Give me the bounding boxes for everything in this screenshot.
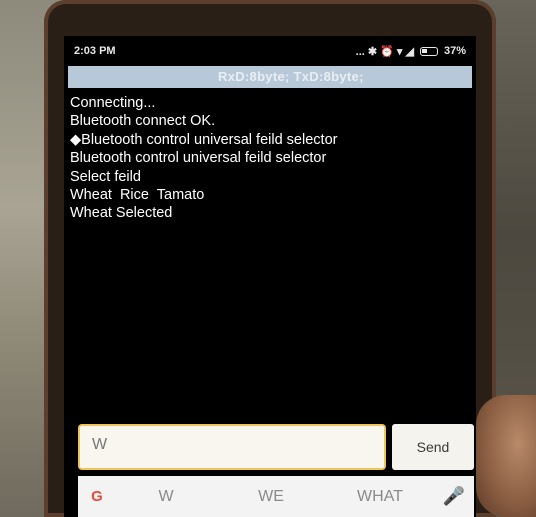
terminal-line: Connecting...	[70, 95, 156, 111]
thumb	[476, 395, 536, 517]
terminal-line: ◆Bluetooth control universal feild selec…	[70, 131, 338, 148]
terminal-line: Bluetooth control universal feild select…	[70, 150, 327, 167]
terminal-line: Wheat Selected	[70, 205, 173, 222]
terminal-line: Wheat Rice Tamato	[70, 187, 205, 204]
message-compose-row: W Send	[78, 424, 474, 470]
phone-screen: 2:03 PM ... ✱ ⏰ ▾ ◢ 37% RxD:8byte; TxD:8…	[64, 36, 476, 517]
message-input[interactable]: W	[78, 424, 386, 470]
battery-icon	[419, 46, 438, 56]
status-bar: 2:03 PM ... ✱ ⏰ ▾ ◢ 37%	[64, 36, 476, 66]
send-button[interactable]: Send	[392, 424, 474, 470]
terminal-line: Select feild	[70, 168, 141, 185]
suggestion-item[interactable]: W	[116, 488, 216, 506]
byte-counter-bar: RxD:8byte; TxD:8byte;	[68, 66, 472, 88]
status-icons: ... ✱ ⏰ ▾ ◢ 37%	[356, 45, 466, 58]
clock: 2:03 PM	[74, 45, 116, 57]
phone-frame: 2:03 PM ... ✱ ⏰ ▾ ◢ 37% RxD:8byte; TxD:8…	[44, 0, 496, 517]
status-indicator-icons: ... ✱ ⏰ ▾ ◢	[355, 45, 414, 58]
terminal-line: Bluetooth connect OK.	[70, 113, 216, 130]
keyboard-suggestion-bar: G W WE WHAT 🎤	[78, 476, 474, 517]
microphone-icon[interactable]: 🎤	[434, 486, 474, 507]
terminal-output: Connecting... Bluetooth connect OK. ◆Blu…	[70, 94, 470, 223]
google-icon[interactable]: G	[78, 488, 116, 505]
suggestion-item[interactable]: WHAT	[326, 488, 434, 506]
battery-percent: 37%	[443, 45, 466, 57]
suggestion-item[interactable]: WE	[216, 488, 326, 506]
